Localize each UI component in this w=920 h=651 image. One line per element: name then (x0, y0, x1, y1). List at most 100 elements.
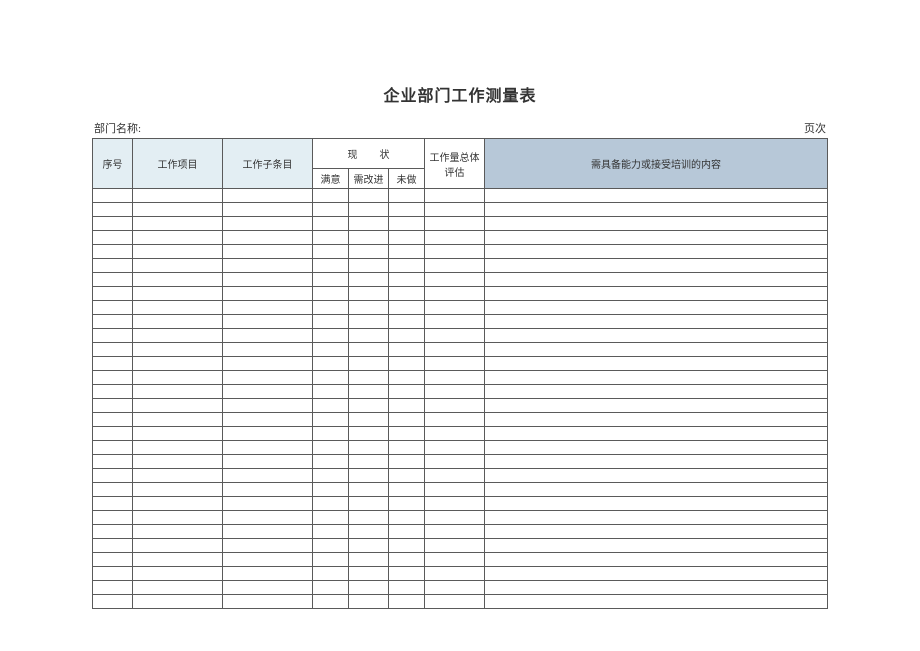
table-cell (133, 539, 223, 553)
table-cell (223, 301, 313, 315)
table-cell (425, 595, 485, 609)
table-cell (223, 189, 313, 203)
table-cell (93, 567, 133, 581)
table-cell (223, 539, 313, 553)
table-cell (223, 413, 313, 427)
table-cell (389, 287, 425, 301)
table-cell (389, 301, 425, 315)
table-cell (313, 301, 349, 315)
table-cell (133, 371, 223, 385)
table-cell (425, 455, 485, 469)
table-cell (313, 441, 349, 455)
table-cell (485, 301, 828, 315)
table-cell (425, 553, 485, 567)
table-cell (313, 553, 349, 567)
table-cell (133, 329, 223, 343)
table-cell (389, 511, 425, 525)
col-header-need: 需具备能力或接受培训的内容 (485, 139, 828, 189)
table-cell (133, 581, 223, 595)
table-cell (313, 595, 349, 609)
table-cell (349, 511, 389, 525)
table-cell (313, 413, 349, 427)
table-row (93, 329, 828, 343)
table-cell (349, 469, 389, 483)
table-cell (133, 553, 223, 567)
table-row (93, 217, 828, 231)
table-cell (93, 511, 133, 525)
dept-label: 部门名称: (94, 120, 141, 136)
table-cell (485, 357, 828, 371)
table-cell (349, 287, 389, 301)
table-cell (133, 497, 223, 511)
table-cell (485, 273, 828, 287)
table-cell (313, 287, 349, 301)
table-row (93, 483, 828, 497)
table-cell (223, 203, 313, 217)
col-header-sub: 工作子条目 (223, 139, 313, 189)
table-cell (425, 441, 485, 455)
table-cell (223, 427, 313, 441)
table-cell (313, 469, 349, 483)
table-cell (93, 273, 133, 287)
table-cell (349, 189, 389, 203)
table-cell (223, 511, 313, 525)
table-cell (93, 231, 133, 245)
table-cell (223, 595, 313, 609)
table-cell (485, 595, 828, 609)
table-cell (313, 539, 349, 553)
table-row (93, 287, 828, 301)
table-cell (389, 315, 425, 329)
table-cell (389, 203, 425, 217)
table-cell (389, 455, 425, 469)
table-cell (93, 483, 133, 497)
table-cell (93, 245, 133, 259)
table-cell (223, 399, 313, 413)
table-cell (349, 301, 389, 315)
table-cell (93, 385, 133, 399)
table-cell (425, 511, 485, 525)
table-cell (485, 399, 828, 413)
table-cell (425, 343, 485, 357)
table-cell (313, 245, 349, 259)
table-cell (425, 497, 485, 511)
table-cell (425, 399, 485, 413)
table-cell (485, 287, 828, 301)
table-cell (349, 455, 389, 469)
table-row (93, 441, 828, 455)
table-cell (313, 497, 349, 511)
table-body (93, 189, 828, 609)
table-row (93, 315, 828, 329)
table-cell (93, 287, 133, 301)
table-cell (425, 469, 485, 483)
table-cell (425, 273, 485, 287)
measurement-table: 序号 工作项目 工作子条目 现状 工作量总体评估 需具备能力或接受培训的内容 满… (92, 138, 828, 609)
table-cell (349, 343, 389, 357)
table-cell (485, 203, 828, 217)
table-cell (349, 413, 389, 427)
table-cell (389, 525, 425, 539)
table-cell (389, 259, 425, 273)
table-cell (93, 469, 133, 483)
meta-row: 部门名称: 页次 (92, 120, 828, 136)
table-row (93, 567, 828, 581)
table-cell (313, 371, 349, 385)
table-cell (93, 203, 133, 217)
table-cell (389, 245, 425, 259)
table-cell (133, 217, 223, 231)
table-cell (133, 385, 223, 399)
table-cell (425, 217, 485, 231)
table-cell (425, 259, 485, 273)
page-title: 企业部门工作测量表 (92, 82, 828, 106)
table-row (93, 399, 828, 413)
table-row (93, 385, 828, 399)
col-header-status-improve: 需改进 (349, 169, 389, 189)
table-cell (93, 217, 133, 231)
table-cell (349, 483, 389, 497)
table-cell (313, 273, 349, 287)
table-cell (313, 329, 349, 343)
table-cell (485, 189, 828, 203)
table-cell (133, 469, 223, 483)
col-header-eval: 工作量总体评估 (425, 139, 485, 189)
table-cell (93, 315, 133, 329)
table-cell (313, 315, 349, 329)
